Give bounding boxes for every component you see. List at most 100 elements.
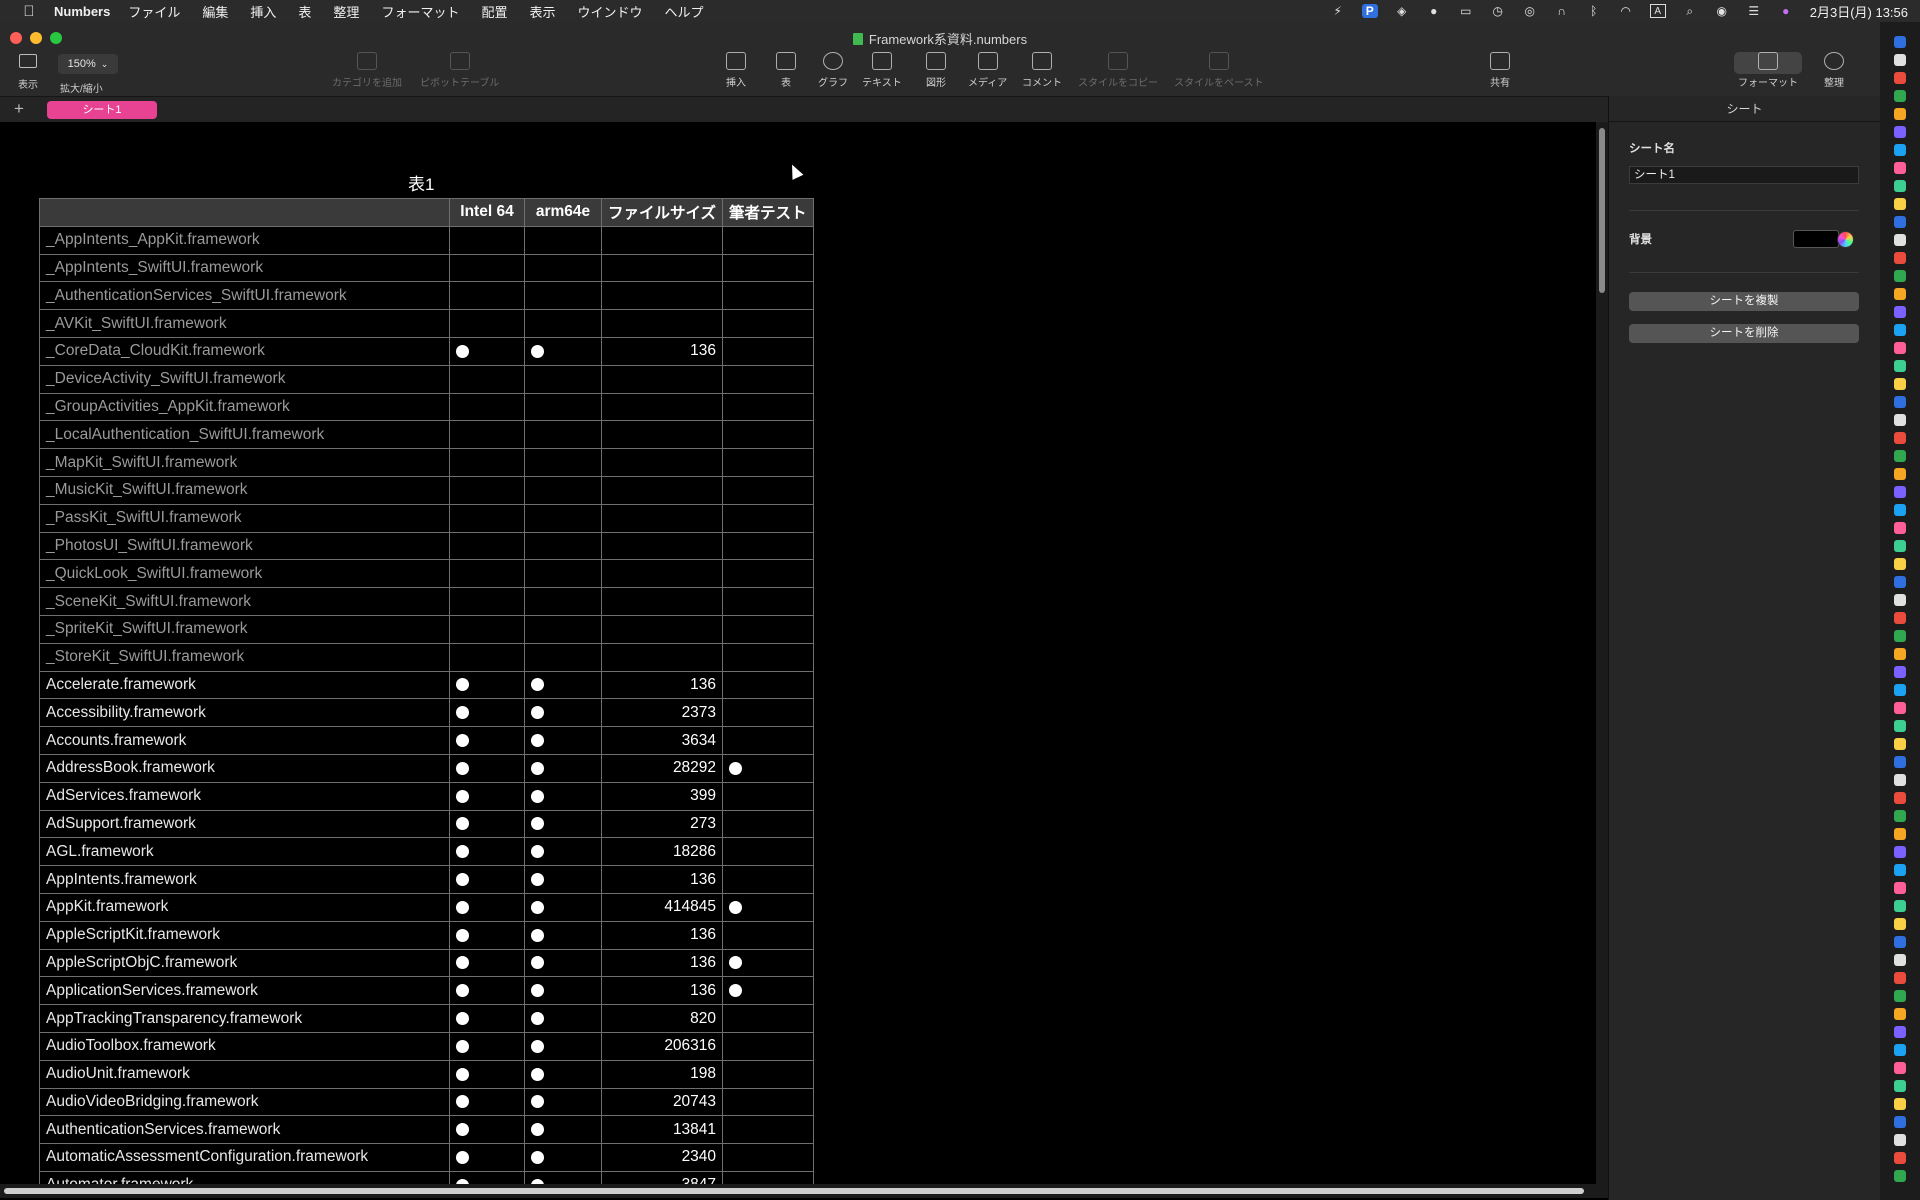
- dock-app-icon[interactable]: [1894, 648, 1906, 660]
- cell-file-size[interactable]: 13841: [600, 1115, 724, 1145]
- dock-app-icon[interactable]: [1894, 162, 1906, 174]
- zoom-select[interactable]: 150% ⌄: [58, 54, 118, 74]
- add-sheet-button[interactable]: +: [14, 99, 24, 119]
- cell-file-size[interactable]: 136: [600, 976, 724, 1006]
- dock-app-icon[interactable]: [1894, 792, 1906, 804]
- cell-author-test[interactable]: [722, 309, 814, 338]
- cell-file-size[interactable]: [600, 614, 724, 644]
- cell-arm[interactable]: [524, 1143, 602, 1172]
- cell-intel[interactable]: [449, 392, 525, 422]
- cell-arm[interactable]: [524, 1004, 602, 1033]
- cell-intel[interactable]: [449, 837, 525, 867]
- menubar-clock[interactable]: 2月3日(月) 13:56: [1810, 2, 1908, 21]
- cell-author-test[interactable]: [722, 976, 814, 1006]
- cell-framework-name[interactable]: Accessibility.framework: [39, 698, 450, 728]
- dock-app-icon[interactable]: [1894, 594, 1906, 606]
- media-button[interactable]: メディア: [968, 52, 1007, 89]
- cell-intel[interactable]: [449, 614, 525, 644]
- cell-intel[interactable]: [449, 892, 525, 922]
- dock-app-icon[interactable]: [1894, 666, 1906, 678]
- time-machine-icon[interactable]: ◷: [1490, 4, 1506, 18]
- cell-framework-name[interactable]: AppKit.framework: [39, 892, 450, 922]
- headphones-icon[interactable]: ∩: [1554, 4, 1570, 18]
- cell-author-test[interactable]: [722, 448, 814, 477]
- dock-app-icon[interactable]: [1894, 720, 1906, 732]
- dock-app-icon[interactable]: [1894, 144, 1906, 156]
- dock-app-icon[interactable]: [1894, 954, 1906, 966]
- cell-arm[interactable]: [524, 920, 602, 950]
- dock-app-icon[interactable]: [1894, 216, 1906, 228]
- dock-app-icon[interactable]: [1894, 306, 1906, 318]
- cell-framework-name[interactable]: _DeviceActivity_SwiftUI.framework: [39, 364, 450, 394]
- cell-file-size[interactable]: 399: [600, 781, 724, 811]
- dock-app-icon[interactable]: [1894, 1080, 1906, 1092]
- cell-framework-name[interactable]: _LocalAuthentication_SwiftUI.framework: [39, 420, 450, 450]
- cell-file-size[interactable]: 2340: [600, 1143, 724, 1172]
- cell-framework-name[interactable]: _AppIntents_AppKit.framework: [39, 225, 450, 255]
- cell-author-test[interactable]: [722, 392, 814, 422]
- circle-app-icon[interactable]: ●: [1426, 4, 1442, 18]
- cell-arm[interactable]: [524, 781, 602, 811]
- cell-intel[interactable]: [449, 475, 525, 505]
- cell-framework-name[interactable]: _MapKit_SwiftUI.framework: [39, 448, 450, 477]
- cell-file-size[interactable]: 20743: [600, 1087, 724, 1117]
- dock-app-icon[interactable]: [1894, 1116, 1906, 1128]
- cell-framework-name[interactable]: Accelerate.framework: [39, 670, 450, 700]
- cell-author-test[interactable]: [722, 281, 814, 311]
- cell-arm[interactable]: [524, 948, 602, 978]
- dock-app-icon[interactable]: [1894, 252, 1906, 264]
- dock-app-icon[interactable]: [1894, 54, 1906, 66]
- cell-intel[interactable]: [449, 642, 525, 672]
- dock-app-icon[interactable]: [1894, 234, 1906, 246]
- cell-author-test[interactable]: [722, 726, 814, 755]
- cell-intel[interactable]: [449, 336, 525, 366]
- cell-file-size[interactable]: [600, 225, 724, 255]
- cell-author-test[interactable]: [722, 1143, 814, 1172]
- cell-arm[interactable]: [524, 1031, 602, 1061]
- cell-file-size[interactable]: 136: [600, 920, 724, 950]
- cell-file-size[interactable]: [600, 364, 724, 394]
- dock-app-icon[interactable]: [1894, 1170, 1906, 1182]
- cell-author-test[interactable]: [722, 475, 814, 505]
- dock-app-icon[interactable]: [1894, 972, 1906, 984]
- cell-author-test[interactable]: [722, 559, 814, 589]
- dock-app-icon[interactable]: [1894, 612, 1906, 624]
- wifi-icon[interactable]: ◠: [1618, 4, 1634, 18]
- dock-app-icon[interactable]: [1894, 504, 1906, 516]
- header-cell-name[interactable]: [39, 198, 450, 227]
- cell-file-size[interactable]: 2373: [600, 698, 724, 728]
- cell-framework-name[interactable]: AGL.framework: [39, 837, 450, 867]
- cell-framework-name[interactable]: _StoreKit_SwiftUI.framework: [39, 642, 450, 672]
- cell-arm[interactable]: [524, 392, 602, 422]
- cell-framework-name[interactable]: _GroupActivities_AppKit.framework: [39, 392, 450, 422]
- menu-app-name[interactable]: Numbers: [54, 4, 110, 19]
- data-table[interactable]: Intel 64 arm64e ファイルサイズ 筆者テスト _AppIntent…: [39, 198, 814, 1198]
- cell-intel[interactable]: [449, 253, 525, 283]
- vertical-scroll-thumb[interactable]: [1599, 128, 1605, 293]
- cell-file-size[interactable]: [600, 587, 724, 616]
- menu-organize[interactable]: 整理: [333, 2, 359, 21]
- bluetooth-icon[interactable]: ᛒ: [1586, 4, 1602, 18]
- dock-app-icon[interactable]: [1894, 522, 1906, 534]
- cell-framework-name[interactable]: AudioUnit.framework: [39, 1059, 450, 1089]
- cell-framework-name[interactable]: AppIntents.framework: [39, 865, 450, 894]
- menu-format[interactable]: フォーマット: [381, 2, 459, 21]
- cell-author-test[interactable]: [722, 948, 814, 978]
- cell-arm[interactable]: [524, 892, 602, 922]
- cell-arm[interactable]: [524, 753, 602, 783]
- paste-style-button[interactable]: スタイルをペースト: [1174, 52, 1264, 89]
- cell-author-test[interactable]: [722, 670, 814, 700]
- cell-arm[interactable]: [524, 503, 602, 533]
- table-button[interactable]: 表: [776, 52, 796, 89]
- cell-file-size[interactable]: 18286: [600, 837, 724, 867]
- dock-app-icon[interactable]: [1894, 270, 1906, 282]
- menu-window[interactable]: ウインドウ: [577, 2, 642, 21]
- cell-intel[interactable]: [449, 281, 525, 311]
- dock-app-icon[interactable]: [1894, 342, 1906, 354]
- cell-author-test[interactable]: [722, 1115, 814, 1145]
- cell-file-size[interactable]: 3634: [600, 726, 724, 755]
- cell-arm[interactable]: [524, 670, 602, 700]
- color-wheel-icon[interactable]: [1837, 231, 1854, 248]
- dock-app-icon[interactable]: [1894, 828, 1906, 840]
- cell-arm[interactable]: [524, 1115, 602, 1145]
